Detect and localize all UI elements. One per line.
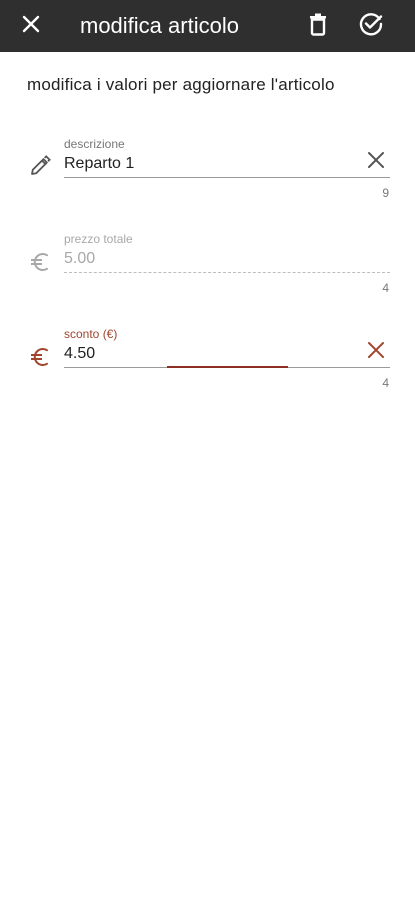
description-underline [64,177,390,178]
discount-char-counter: 4 [382,376,389,390]
discount-label: sconto (€) [64,327,118,341]
description-char-counter: 9 [382,186,389,200]
description-input[interactable] [64,151,354,177]
close-icon [367,341,385,364]
total-price-field: prezzo totale 4 [0,232,415,312]
description-field: descrizione 9 [0,137,415,217]
total-price-underline [64,272,390,273]
total-price-input [64,246,354,272]
close-icon [367,151,385,174]
description-label: descrizione [64,137,125,151]
page-title: modifica articolo [80,13,239,38]
top-app-bar: modifica articolo [0,0,415,52]
form-instructions: modifica i valori per aggiornare l'artic… [27,75,335,94]
close-icon [20,13,42,40]
trash-icon [307,12,329,41]
clear-description-button[interactable] [363,149,389,175]
check-circle-icon [358,11,384,42]
discount-field: sconto (€) 4 [0,327,415,407]
euro-icon [27,249,53,275]
close-button[interactable] [9,0,53,52]
clear-discount-button[interactable] [363,339,389,365]
discount-input[interactable] [64,341,354,367]
pencil-icon [27,153,53,179]
delete-button[interactable] [296,0,340,52]
total-price-label: prezzo totale [64,232,133,246]
app-screen: modifica articolo modifica i valori per … [0,0,415,900]
discount-focus-indicator [167,366,288,368]
confirm-button[interactable] [349,0,393,52]
euro-icon [27,344,53,370]
total-price-char-counter: 4 [382,281,389,295]
